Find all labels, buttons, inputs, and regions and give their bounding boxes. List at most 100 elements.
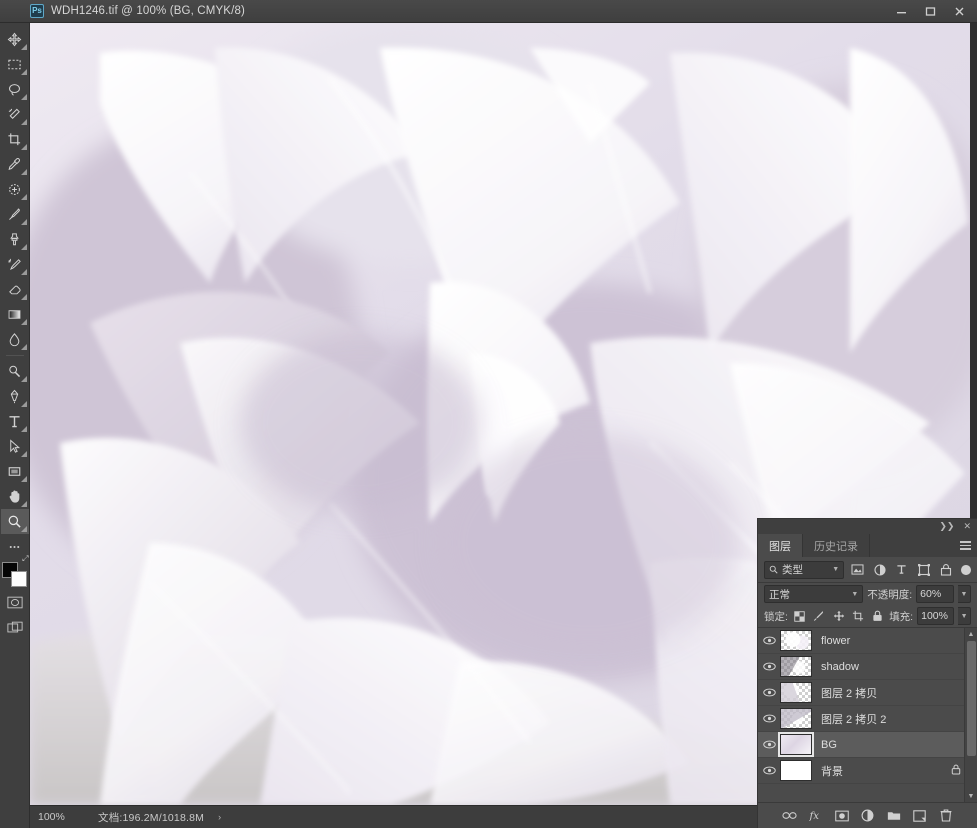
link-icon[interactable]	[781, 807, 798, 824]
search-icon	[769, 565, 778, 574]
marquee-tool[interactable]	[1, 52, 29, 77]
fill-dropdown-toggle[interactable]: ▼	[958, 607, 971, 625]
blend-mode-row: 正常 ▼ 不透明度: 60% ▼	[758, 583, 977, 605]
layer-row-shadow[interactable]: shadow	[758, 654, 977, 680]
scroll-up-arrow[interactable]: ▲	[965, 628, 977, 640]
layer-filter-row: 类型 ▼	[758, 557, 977, 583]
eye-icon[interactable]	[758, 662, 780, 671]
zoom-level[interactable]: 100%	[30, 811, 92, 823]
lock-label: 锁定:	[764, 610, 788, 623]
layer-name[interactable]: 图层 2 拷贝	[821, 685, 963, 701]
mask-icon[interactable]	[833, 807, 850, 824]
layers-list[interactable]: flower shadow 图层 2 拷贝 图层 2 拷贝 2 BG 背景 ▲ …	[758, 627, 977, 802]
panel-tabs: 图层 历史记录	[758, 534, 977, 557]
filter-adjustment-icon[interactable]	[871, 561, 888, 579]
eye-icon[interactable]	[758, 766, 780, 775]
eye-icon[interactable]	[758, 636, 780, 645]
layer-thumbnail[interactable]	[780, 682, 812, 703]
lock-artboard-nesting-icon[interactable]	[850, 608, 865, 625]
window-controls	[888, 0, 973, 23]
tools-panel: ⤢	[0, 23, 30, 828]
lock-position-icon[interactable]	[831, 608, 846, 625]
lasso-tool[interactable]	[1, 77, 29, 102]
background-color-swatch[interactable]	[10, 571, 27, 587]
move-tool[interactable]	[1, 27, 29, 52]
layer-row-copy-2[interactable]: 图层 2 拷贝 2	[758, 706, 977, 732]
zoom-tool[interactable]	[0, 509, 29, 534]
layer-row-copy-1[interactable]: 图层 2 拷贝	[758, 680, 977, 706]
layer-row-flower[interactable]: flower	[758, 628, 977, 654]
tab-history[interactable]: 历史记录	[803, 534, 870, 557]
shape-tool[interactable]	[1, 459, 29, 484]
adjustment-circle-icon[interactable]	[859, 807, 876, 824]
brush-tool[interactable]	[1, 202, 29, 227]
opacity-value[interactable]: 60%	[916, 585, 954, 603]
swap-colors-icon[interactable]: ⤢	[22, 554, 28, 564]
photoshop-logo-icon: Ps	[30, 4, 44, 18]
hand-tool[interactable]	[1, 484, 29, 509]
path-selection-tool[interactable]	[1, 434, 29, 459]
panel-menu-icon[interactable]	[960, 534, 971, 557]
lock-all-icon[interactable]	[870, 608, 885, 625]
color-swatches[interactable]: ⤢	[1, 554, 29, 590]
blur-tool[interactable]	[1, 327, 29, 352]
filter-toggle-switch[interactable]	[961, 564, 971, 575]
trash-icon[interactable]	[937, 807, 954, 824]
quick-selection-tool[interactable]	[1, 102, 29, 127]
layer-row-bg[interactable]: BG	[758, 732, 977, 758]
spot-healing-tool[interactable]	[1, 177, 29, 202]
scroll-down-arrow[interactable]: ▼	[965, 790, 977, 802]
layers-scrollbar[interactable]: ▲ ▼	[964, 628, 977, 802]
layer-thumbnail[interactable]	[780, 630, 812, 651]
layer-name[interactable]: shadow	[821, 661, 963, 673]
layer-name[interactable]: 图层 2 拷贝 2	[821, 711, 963, 727]
status-expand-arrow[interactable]: ›	[218, 812, 221, 822]
pen-tool[interactable]	[1, 384, 29, 409]
maximize-button[interactable]	[917, 2, 944, 22]
clone-stamp-tool[interactable]	[1, 227, 29, 252]
tab-layers[interactable]: 图层	[758, 534, 803, 557]
layer-name[interactable]: BG	[821, 739, 963, 751]
history-brush-tool[interactable]	[1, 252, 29, 277]
layer-name[interactable]: 背景	[821, 763, 951, 779]
scrollbar-thumb[interactable]	[967, 641, 976, 756]
new-layer-icon[interactable]	[911, 807, 928, 824]
type-tool[interactable]	[1, 409, 29, 434]
gradient-tool[interactable]	[1, 302, 29, 327]
filter-smart-object-icon[interactable]	[937, 561, 954, 579]
chevron-down-icon: ▼	[851, 590, 859, 598]
screen-mode-button[interactable]	[1, 615, 29, 640]
collapse-panel-icon[interactable]: ❯❯	[939, 522, 954, 531]
filter-kind-dropdown[interactable]: 类型 ▼	[764, 560, 845, 579]
layer-row-background[interactable]: 背景	[758, 758, 977, 784]
blend-mode-dropdown[interactable]: 正常 ▼	[764, 585, 864, 603]
close-button[interactable]	[946, 2, 973, 22]
eye-icon[interactable]	[758, 688, 780, 697]
quick-mask-button[interactable]	[1, 590, 29, 615]
eyedropper-tool[interactable]	[1, 152, 29, 177]
layer-thumbnail[interactable]	[780, 656, 812, 677]
folder-icon[interactable]	[885, 807, 902, 824]
photoshop-window: Ps WDH1246.tif @ 100% (BG, CMYK/8) ⤢ 100…	[0, 0, 977, 828]
layer-thumbnail[interactable]	[778, 732, 814, 757]
layer-thumbnail[interactable]	[780, 760, 812, 781]
close-panel-icon[interactable]: ✕	[963, 522, 971, 531]
filter-type-icon[interactable]	[893, 561, 910, 579]
layers-panel-toolbar: fx	[758, 802, 977, 828]
crop-tool[interactable]	[1, 127, 29, 152]
layer-thumbnail[interactable]	[780, 708, 812, 729]
filter-shape-icon[interactable]	[915, 561, 932, 579]
dodge-tool[interactable]	[1, 359, 29, 384]
layer-name[interactable]: flower	[821, 635, 963, 647]
lock-transparent-pixels-icon[interactable]	[792, 608, 807, 625]
eraser-tool[interactable]	[1, 277, 29, 302]
lock-image-pixels-icon[interactable]	[811, 608, 826, 625]
eye-icon[interactable]	[758, 714, 780, 723]
fx-icon[interactable]: fx	[807, 807, 824, 824]
filter-pixel-icon[interactable]	[849, 561, 866, 579]
fill-value[interactable]: 100%	[917, 607, 955, 625]
document-size-info: 文档:196.2M/1018.8M	[98, 811, 205, 824]
eye-icon[interactable]	[758, 740, 780, 749]
opacity-dropdown-toggle[interactable]: ▼	[957, 585, 971, 603]
minimize-button[interactable]	[888, 2, 915, 22]
